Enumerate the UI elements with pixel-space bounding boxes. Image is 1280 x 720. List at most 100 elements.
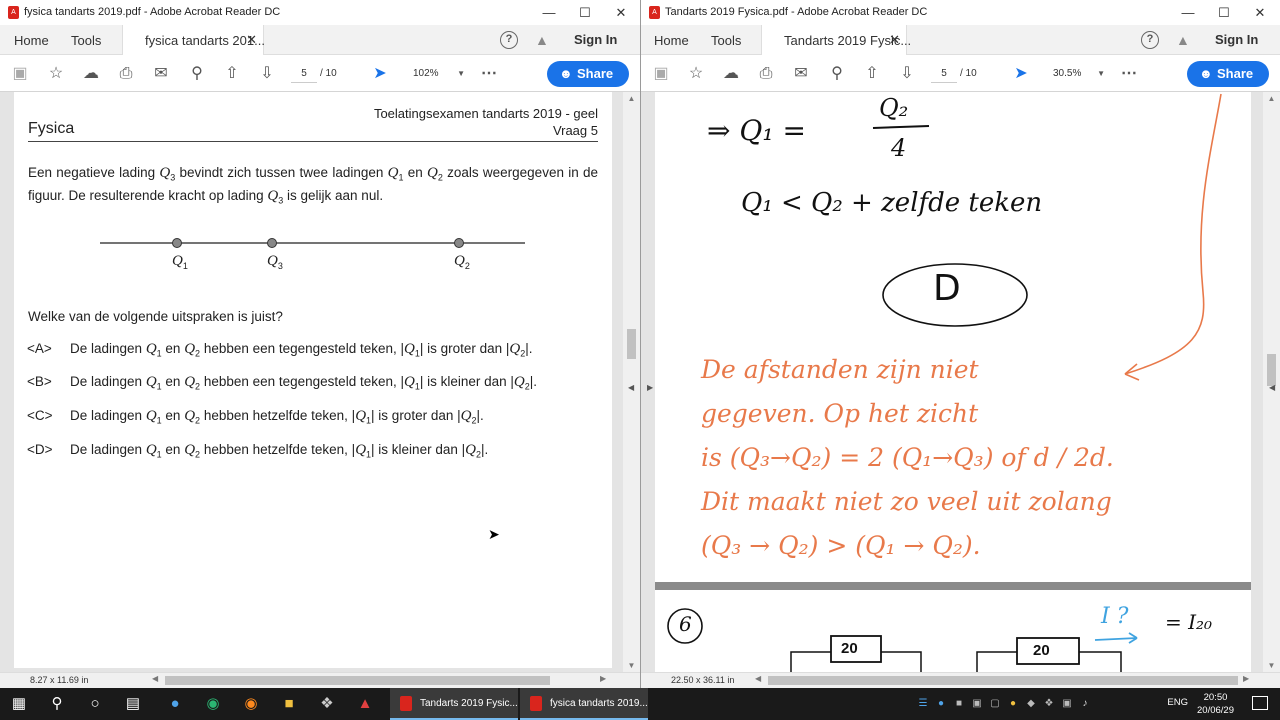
cortana-circle-icon[interactable]: ○	[76, 688, 114, 720]
tray-app-icon[interactable]: ■	[952, 697, 966, 711]
zoom-select[interactable]: 102% ▼	[407, 65, 467, 83]
search-icon[interactable]: ⚲	[38, 688, 76, 720]
document-view[interactable]: Toelatingsexamen tandarts 2019 - geel Vr…	[0, 92, 640, 672]
tools-menu[interactable]: Tools	[71, 33, 101, 48]
close-window-button[interactable]: ✕	[602, 0, 640, 25]
split-left-arrow-icon[interactable]: ◀	[628, 383, 634, 392]
question-prompt: Welke van de volgende uitspraken is juis…	[28, 309, 283, 324]
scroll-up-arrow-icon[interactable]: ▲	[1263, 94, 1280, 103]
scroll-down-arrow-icon[interactable]: ▼	[623, 661, 640, 670]
edge-icon[interactable]: ◉	[194, 688, 232, 720]
scrollbar-thumb[interactable]	[1267, 354, 1276, 386]
split-right-arrow-icon[interactable]: ▶	[647, 383, 653, 392]
scroll-up-arrow-icon[interactable]: ▲	[623, 94, 640, 103]
vertical-scrollbar[interactable]: ▲ ▼	[1263, 92, 1280, 672]
page-up-icon[interactable]: ⇧	[222, 64, 242, 84]
tools-menu[interactable]: Tools	[711, 33, 741, 48]
h-scrollbar-thumb[interactable]	[165, 676, 550, 685]
upload-cloud-icon[interactable]: ☁	[81, 64, 101, 84]
notification-center-icon[interactable]	[1252, 696, 1268, 710]
home-menu[interactable]: Home	[14, 33, 49, 48]
more-options-icon[interactable]: ⋯	[1119, 64, 1139, 84]
file-explorer-icon[interactable]: ■	[270, 688, 308, 720]
document-tab[interactable]: Tandarts 2019 Fysic... ✕	[761, 25, 911, 55]
clock[interactable]: 20:50 20/06/29	[1197, 691, 1234, 717]
print-icon[interactable]: ⎙	[116, 64, 136, 84]
zoom-search-icon[interactable]: ⚲	[827, 64, 847, 84]
email-icon[interactable]: ✉	[791, 64, 811, 84]
chevron-down-icon: ▼	[457, 69, 465, 78]
zoom-search-icon[interactable]: ⚲	[187, 64, 207, 84]
page-up-icon[interactable]: ⇧	[862, 64, 882, 84]
h-scrollbar-thumb[interactable]	[768, 676, 1238, 685]
zoom-value: 102%	[413, 68, 439, 79]
orange-line-3: is (Q₃→Q₂) = 2 (Q₁→Q₃) of d / 2d.	[701, 443, 1114, 472]
vertical-scrollbar[interactable]: ▲ ▼	[623, 92, 640, 672]
toolbar: ▣ ☆ ☁ ⎙ ✉ ⚲ ⇧ ⇩ 5 / 10 ➤ 102% ▼ ⋯ ☻ Shar…	[0, 56, 640, 92]
split-left-arrow-icon[interactable]: ◀	[1269, 383, 1275, 392]
tray-app-icon[interactable]: ◆	[1024, 697, 1038, 711]
page-number-input[interactable]: 5	[291, 65, 317, 83]
taskbar-app-right-pdf[interactable]: Tandarts 2019 Fysic...	[390, 688, 518, 720]
scroll-left-arrow-icon[interactable]: ◀	[152, 674, 158, 683]
zoom-select[interactable]: 30.5% ▼	[1047, 65, 1107, 83]
tray-app-icon[interactable]: ●	[1006, 697, 1020, 711]
fraction-bar	[872, 125, 930, 129]
tab-close-icon[interactable]: ✕	[889, 32, 900, 48]
tray-app-icon[interactable]: ●	[934, 697, 948, 711]
minimize-button[interactable]: —	[530, 0, 568, 25]
scroll-left-arrow-icon[interactable]: ◀	[755, 674, 761, 683]
maximize-button[interactable]: ☐	[1205, 0, 1243, 25]
page-number-input[interactable]: 5	[931, 65, 957, 83]
horizontal-scrollbar[interactable]: 8.27 x 11.69 in ◀ ▶	[0, 672, 640, 688]
language-indicator[interactable]: ENG	[1167, 697, 1188, 708]
taskbar-app-label: Tandarts 2019 Fysic...	[420, 698, 518, 709]
app-icon[interactable]: ❖	[308, 688, 346, 720]
page-down-icon[interactable]: ⇩	[897, 64, 917, 84]
help-icon[interactable]: ?	[500, 31, 518, 49]
volume-icon[interactable]: ♪	[1078, 697, 1092, 711]
blue-current-label: I ?	[1101, 604, 1129, 629]
document-view[interactable]: ⇒ Q₁ = Q₂ 4 Q₁ < Q₂ + zelfde teken D De …	[641, 92, 1280, 672]
bookmark-star-icon[interactable]: ☆	[686, 64, 706, 84]
save-icon[interactable]: ▣	[651, 64, 671, 84]
scroll-down-arrow-icon[interactable]: ▼	[1263, 661, 1280, 670]
scroll-right-arrow-icon[interactable]: ▶	[600, 674, 606, 683]
acrobat-taskbar-icon[interactable]: ▲	[346, 688, 384, 720]
minimize-button[interactable]: —	[1169, 0, 1207, 25]
more-options-icon[interactable]: ⋯	[479, 64, 499, 84]
tray-app-icon[interactable]: ❖	[1042, 697, 1056, 711]
page-down-icon[interactable]: ⇩	[257, 64, 277, 84]
home-menu[interactable]: Home	[654, 33, 689, 48]
notification-bell-icon[interactable]: ▲	[1176, 32, 1190, 48]
upload-cloud-icon[interactable]: ☁	[721, 64, 741, 84]
maximize-button[interactable]: ☐	[566, 0, 604, 25]
windows-start-icon[interactable]: ▦	[0, 688, 38, 720]
scroll-right-arrow-icon[interactable]: ▶	[1243, 674, 1249, 683]
help-icon[interactable]: ?	[1141, 31, 1159, 49]
firefox-icon[interactable]: ◉	[232, 688, 270, 720]
tray-app-icon[interactable]: ▣	[970, 697, 984, 711]
close-window-button[interactable]: ✕	[1241, 0, 1279, 25]
network-icon[interactable]: ▣	[1060, 697, 1074, 711]
tray-app-icon[interactable]: ☰	[916, 697, 930, 711]
tab-close-icon[interactable]: ✕	[246, 32, 257, 48]
sign-in-button[interactable]: Sign In	[1215, 32, 1258, 47]
sign-in-button[interactable]: Sign In	[574, 32, 617, 47]
notification-bell-icon[interactable]: ▲	[535, 32, 549, 48]
share-button[interactable]: ☻ Share	[1187, 61, 1269, 87]
bookmark-star-icon[interactable]: ☆	[46, 64, 66, 84]
app-browser-icon[interactable]: ●	[156, 688, 194, 720]
taskbar-app-left-pdf[interactable]: fysica tandarts 2019...	[520, 688, 648, 720]
tray-app-icon[interactable]: ▢	[988, 697, 1002, 711]
select-cursor-icon[interactable]: ➤	[1011, 64, 1031, 84]
email-icon[interactable]: ✉	[151, 64, 171, 84]
select-cursor-icon[interactable]: ➤	[370, 64, 390, 84]
scrollbar-thumb[interactable]	[627, 329, 636, 359]
task-view-icon[interactable]: ▤	[114, 688, 152, 720]
save-icon[interactable]: ▣	[10, 64, 30, 84]
document-tab[interactable]: fysica tandarts 201... ✕	[122, 25, 265, 55]
horizontal-scrollbar[interactable]: 22.50 x 36.11 in ◀ ▶	[641, 672, 1280, 688]
share-button[interactable]: ☻ Share	[547, 61, 629, 87]
print-icon[interactable]: ⎙	[756, 64, 776, 84]
